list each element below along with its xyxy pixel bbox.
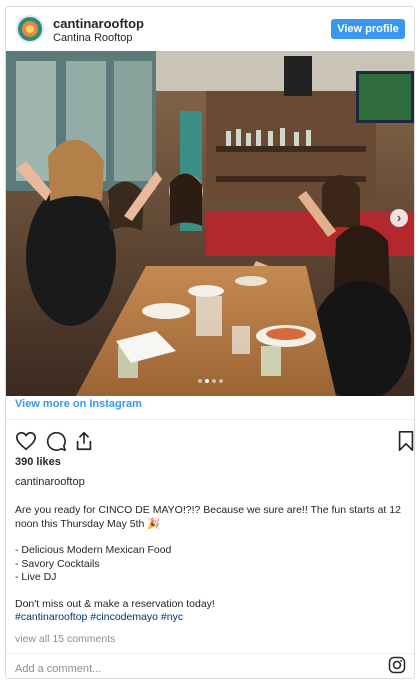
caption-hashtags[interactable]: #cantinarooftop #cincodemayo #nyc	[15, 611, 407, 625]
add-comment-input[interactable]: Add a comment...	[15, 663, 101, 675]
caption-list-item: - Delicious Modern Mexican Food	[15, 544, 172, 556]
carousel-dot-active	[205, 379, 209, 383]
comment-icon[interactable]	[45, 430, 67, 452]
likes-count[interactable]: 390 likes	[15, 456, 61, 468]
divider	[6, 653, 414, 654]
carousel-dot	[212, 379, 216, 383]
party-photo-illustration	[6, 51, 414, 396]
divider	[6, 419, 414, 420]
post-photo[interactable]: ›	[6, 51, 414, 396]
bookmark-icon[interactable]	[395, 430, 415, 452]
caption-username[interactable]: cantinarooftop	[15, 476, 85, 488]
display-name: Cantina Rooftop	[53, 32, 133, 44]
carousel-dots	[198, 379, 223, 383]
view-profile-button[interactable]: View profile	[331, 19, 405, 39]
instagram-embed-card: cantinarooftop Cantina Rooftop View prof…	[5, 6, 415, 679]
post-caption: Are you ready for CINCO DE MAYO!?!? Beca…	[15, 504, 407, 625]
username[interactable]: cantinarooftop	[53, 16, 144, 31]
caption-list-item: - Live DJ	[15, 571, 57, 583]
view-all-comments-link[interactable]: view all 15 comments	[15, 633, 115, 645]
next-photo-button[interactable]: ›	[390, 209, 408, 227]
carousel-dot	[198, 379, 202, 383]
instagram-logo-icon[interactable]	[388, 656, 406, 674]
post-header: cantinarooftop Cantina Rooftop View prof…	[6, 7, 414, 51]
caption-closing-line: Don't miss out & make a reservation toda…	[15, 597, 215, 610]
caption-line: noon this Thursday May 5th 🎉	[15, 517, 161, 530]
caption-list-item: - Savory Cocktails	[15, 557, 100, 570]
carousel-dot	[219, 379, 223, 383]
heart-icon[interactable]	[15, 430, 37, 452]
caption-line: Are you ready for CINCO DE MAYO!?!? Beca…	[15, 504, 401, 516]
view-more-on-instagram-link[interactable]: View more on Instagram	[15, 398, 142, 410]
avatar[interactable]	[16, 15, 44, 43]
share-icon[interactable]	[73, 430, 95, 452]
